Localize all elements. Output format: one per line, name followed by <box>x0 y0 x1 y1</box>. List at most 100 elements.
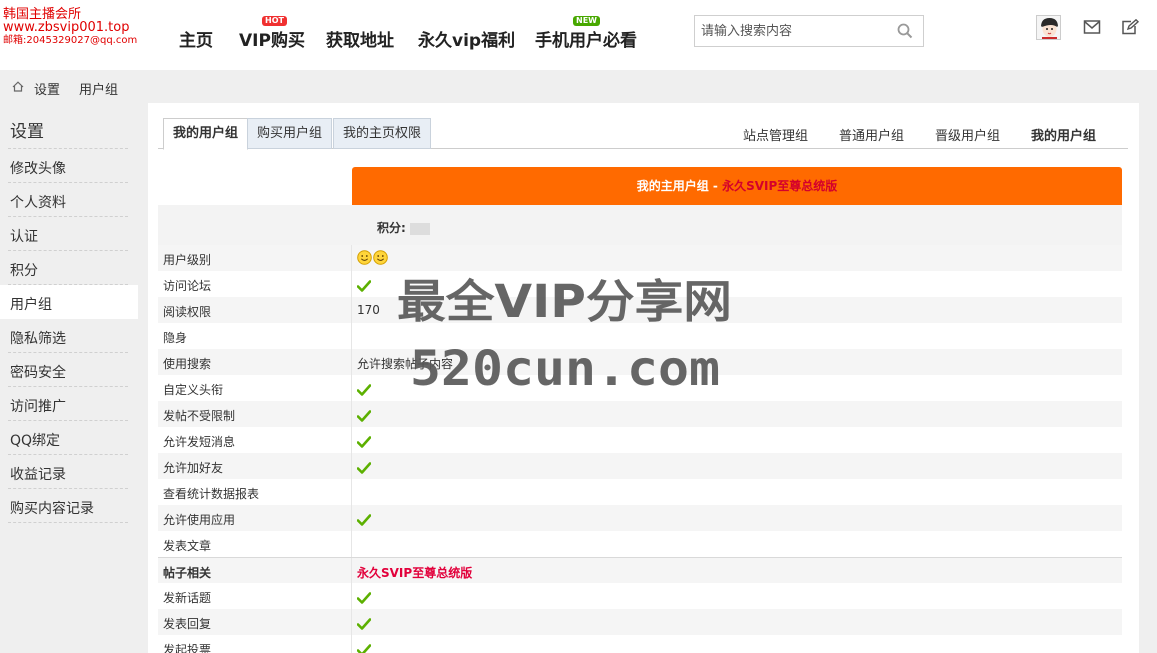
table-row: 发帖不受限制 <box>158 401 1122 427</box>
sidebar-item-label: 认证 <box>10 229 38 245</box>
breadcrumb: 设置 用户组 <box>0 70 1157 103</box>
row-label: 发表回复 <box>163 617 212 631</box>
nav-item-home[interactable]: 主页 <box>179 26 213 51</box>
new-badge: NEW <box>573 16 600 26</box>
breadcrumb-settings[interactable]: 设置 <box>34 79 60 98</box>
hot-badge: HOT <box>262 16 287 26</box>
search-icon[interactable] <box>897 23 913 39</box>
search-input[interactable] <box>695 16 885 46</box>
row-value <box>357 460 371 474</box>
row-label: 访问论坛 <box>163 279 212 293</box>
tab-bar: 我的用户组 购买用户组 我的主页权限 站点管理组 普通用户组 晋级用户组 我的用… <box>158 117 1128 150</box>
logo-url: www.zbsvip001.top <box>3 20 130 35</box>
value-cell <box>351 453 352 479</box>
check-icon <box>357 513 371 526</box>
search-box <box>694 15 924 47</box>
row-value <box>357 434 371 448</box>
check-icon <box>357 643 371 653</box>
sidebar-item-label: 修改头像 <box>10 161 66 177</box>
row-value <box>357 616 371 630</box>
nav-item-vip-buy[interactable]: VIP购买 <box>239 26 305 51</box>
avatar[interactable] <box>1036 15 1061 40</box>
row-label: 发起投票 <box>163 643 212 653</box>
row-value: 永久SVIP至尊总统版 <box>357 566 473 580</box>
sidebar-title: 设置 <box>10 122 44 142</box>
row-value: 允许搜索帖子内容 <box>357 357 454 371</box>
value-cell <box>351 609 352 635</box>
check-icon <box>357 591 371 604</box>
table-row: 自定义头衔 <box>158 375 1122 401</box>
nav-item-get-address[interactable]: 获取地址 <box>326 26 394 51</box>
sidebar-item-label: QQ绑定 <box>10 433 61 449</box>
sidebar-item-promotion[interactable]: 访问推广 <box>0 387 138 421</box>
check-icon <box>357 383 371 396</box>
table-row: 发起投票 <box>158 635 1122 653</box>
value-cell <box>351 349 352 375</box>
sidebar-item-label: 积分 <box>10 263 38 279</box>
top-header: 韩国主播会所 www.zbsvip001.top 邮箱:2045329027@q… <box>0 0 1157 70</box>
mail-icon[interactable] <box>1083 19 1101 35</box>
row-label: 隐身 <box>163 331 188 345</box>
sidebar-item-verify[interactable]: 认证 <box>0 217 138 251</box>
row-label: 允许发短消息 <box>163 435 236 449</box>
value-cell <box>351 245 352 271</box>
table-row: 发新话题 <box>158 583 1122 609</box>
sidebar-item-label: 购买内容记录 <box>10 501 94 517</box>
value-cell <box>351 531 352 557</box>
row-label: 发表文章 <box>163 539 212 553</box>
value-cell <box>351 427 352 453</box>
row-value <box>357 642 371 653</box>
row-value <box>357 250 389 265</box>
tab-promotion-groups[interactable]: 晋级用户组 <box>935 125 1000 144</box>
sidebar-item-user-group[interactable]: 用户组 <box>0 285 138 319</box>
value-cell <box>351 323 352 349</box>
sidebar-item-label: 隐私筛选 <box>10 331 66 347</box>
table-row: 访问论坛 <box>158 271 1122 297</box>
row-value <box>357 512 371 526</box>
score-value: 积分: <box>377 219 430 236</box>
edit-icon[interactable] <box>1121 19 1139 35</box>
tab-my-groups-right[interactable]: 我的用户组 <box>1031 125 1096 144</box>
sidebar-item-purchases[interactable]: 购买内容记录 <box>0 489 138 523</box>
smiley-icon <box>373 250 388 265</box>
tab-homepage-permissions[interactable]: 我的主页权限 <box>333 118 432 149</box>
score-hidden <box>409 222 430 235</box>
group-title-bar: 我的主用户组 - 永久SVIP至尊总统版 <box>352 167 1122 205</box>
sidebar-item-label: 用户组 <box>10 297 52 313</box>
sidebar-item-label: 访问推广 <box>10 399 66 415</box>
sidebar-item-earnings[interactable]: 收益记录 <box>0 455 138 489</box>
tab-admin-groups[interactable]: 站点管理组 <box>743 125 808 144</box>
scrollbar[interactable] <box>1139 103 1157 653</box>
check-icon <box>357 409 371 422</box>
row-label: 帖子相关 <box>163 566 212 580</box>
group-title-prefix: 我的主用户组 - <box>636 179 723 193</box>
sidebar-item-qq-bind[interactable]: QQ绑定 <box>0 421 138 455</box>
value-cell <box>351 297 352 323</box>
value-cell <box>351 505 352 531</box>
value-cell <box>351 583 352 609</box>
sidebar-item-credits[interactable]: 积分 <box>0 251 138 285</box>
value-cell <box>351 635 352 653</box>
score-row: 积分: <box>158 205 1122 245</box>
sidebar-item-privacy[interactable]: 隐私筛选 <box>0 319 138 353</box>
nav-item-mobile-guide[interactable]: 手机用户必看 <box>535 26 637 51</box>
table-row: 允许加好友 <box>158 453 1122 479</box>
table-row: 允许使用应用 <box>158 505 1122 531</box>
row-label: 用户级别 <box>163 253 212 267</box>
home-icon[interactable] <box>12 81 24 92</box>
sidebar-item-password[interactable]: 密码安全 <box>0 353 138 387</box>
breadcrumb-user-group[interactable]: 用户组 <box>79 79 118 98</box>
table-row: 用户级别 <box>158 245 1122 271</box>
nav-item-vip-welfare[interactable]: 永久vip福利 <box>418 26 515 51</box>
tab-normal-groups[interactable]: 普通用户组 <box>839 125 904 144</box>
sidebar-item-profile[interactable]: 个人资料 <box>0 183 138 217</box>
site-logo[interactable]: 韩国主播会所 www.zbsvip001.top 邮箱:2045329027@q… <box>3 8 143 47</box>
row-label: 允许加好友 <box>163 461 224 475</box>
row-label: 阅读权限 <box>163 305 212 319</box>
table-row: 发表文章 <box>158 531 1122 557</box>
sidebar-item-avatar[interactable]: 修改头像 <box>0 149 138 183</box>
tab-buy-groups[interactable]: 购买用户组 <box>247 118 333 149</box>
row-label: 使用搜索 <box>163 357 212 371</box>
tab-my-groups[interactable]: 我的用户组 <box>163 118 249 150</box>
main-panel: 我的用户组 购买用户组 我的主页权限 站点管理组 普通用户组 晋级用户组 我的用… <box>148 103 1139 653</box>
